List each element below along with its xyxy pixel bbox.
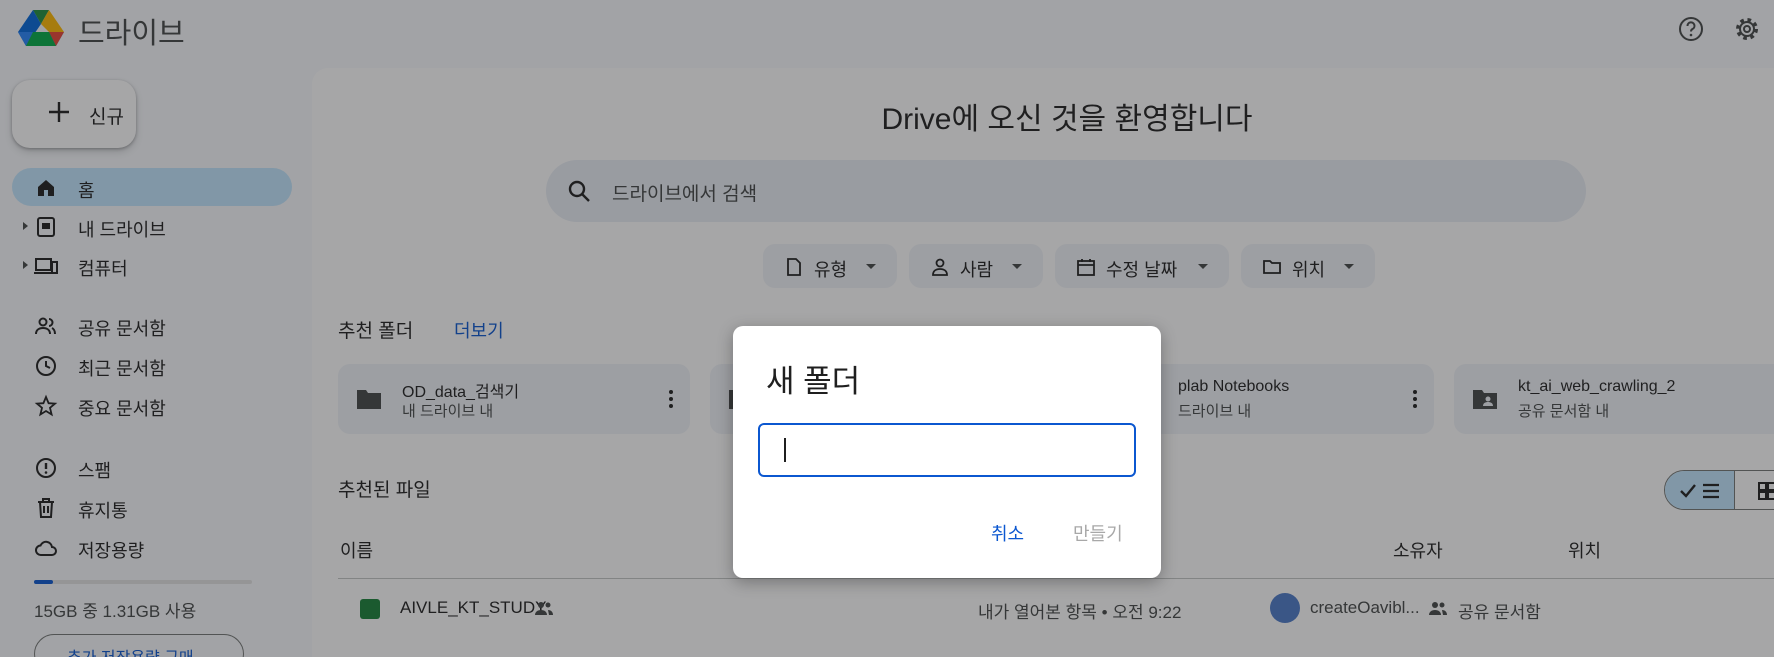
new-folder-dialog: 새 폴더 취소 만들기 <box>733 326 1161 578</box>
folder-name-input[interactable] <box>776 435 1116 465</box>
cancel-button[interactable]: 취소 <box>991 520 1024 546</box>
create-button[interactable]: 만들기 <box>1073 520 1123 546</box>
dialog-title: 새 폴더 <box>766 364 861 399</box>
folder-name-field[interactable] <box>758 423 1136 477</box>
text-cursor <box>784 438 786 462</box>
